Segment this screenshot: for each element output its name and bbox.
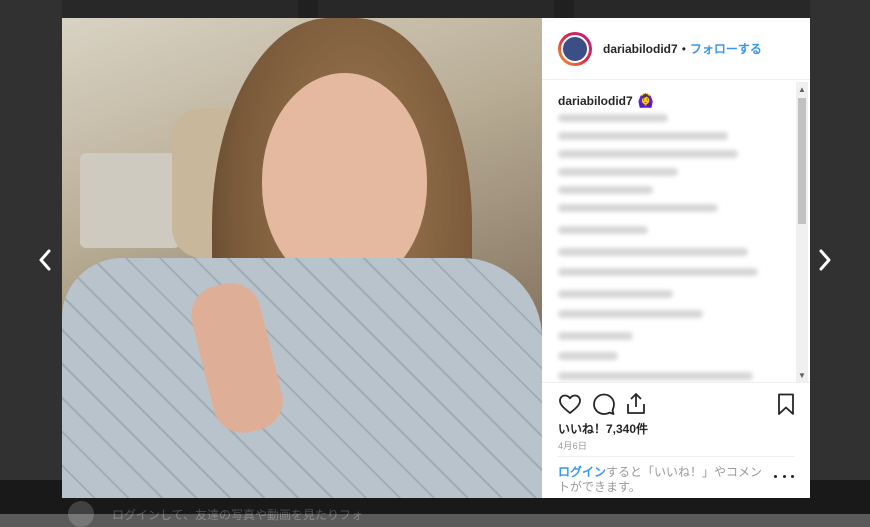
caption-username[interactable]: dariabilodid7 (558, 94, 633, 108)
post-modal: dariabilodid7 • フォローする dariabilodid7 🙆‍♀… (62, 18, 810, 498)
previous-post-button[interactable] (34, 246, 56, 274)
more-dot-icon (774, 474, 777, 478)
blurred-comment (558, 204, 718, 212)
post-header: dariabilodid7 • フォローする (542, 18, 810, 80)
share-button[interactable] (624, 392, 648, 416)
more-dot-icon (791, 474, 794, 478)
blurred-comment (558, 290, 673, 298)
photo-jacket (62, 258, 542, 498)
blurred-comment (558, 310, 703, 318)
bookmark-icon (778, 393, 794, 415)
header-username[interactable]: dariabilodid7 (603, 42, 678, 56)
likes-count[interactable]: いいね！7,340件 (558, 420, 648, 437)
blurred-comment (558, 332, 633, 340)
blurred-comment (558, 150, 738, 158)
scrollbar-thumb[interactable] (798, 98, 806, 224)
post-photo[interactable] (62, 18, 542, 498)
post-sidebar: dariabilodid7 • フォローする dariabilodid7 🙆‍♀… (542, 18, 810, 498)
login-prompt: ログインすると「いいね！」やコメントができます。 (558, 465, 768, 495)
chevron-right-icon (819, 249, 831, 271)
blurred-comment (558, 168, 678, 176)
blurred-comment (558, 268, 758, 276)
follow-button[interactable]: フォローする (690, 40, 762, 57)
blurred-comment (558, 352, 618, 360)
scroll-down-arrow-icon[interactable]: ▼ (796, 368, 808, 382)
chevron-left-icon (39, 249, 51, 271)
like-button[interactable] (558, 392, 582, 416)
blurred-comment (558, 132, 728, 140)
login-link[interactable]: ログイン (558, 465, 606, 479)
blurred-comment (558, 114, 668, 122)
blurred-comment (558, 248, 748, 256)
comments-scrollbar[interactable]: ▲ ▼ (796, 82, 808, 382)
profile-avatar[interactable] (558, 31, 592, 66)
header-separator: • (681, 41, 686, 56)
more-dot-icon (782, 474, 786, 478)
profile-avatar-image (561, 34, 589, 63)
next-post-button[interactable] (814, 246, 836, 274)
blurred-comment (558, 372, 753, 380)
comments-area[interactable]: dariabilodid7 🙆‍♀️ ▲ ▼ (542, 80, 810, 382)
share-icon (627, 393, 645, 414)
more-options-button[interactable] (774, 471, 794, 481)
blurred-comment (558, 226, 648, 234)
save-button[interactable] (774, 392, 798, 416)
blurred-comment (558, 186, 653, 194)
photo-face (262, 73, 427, 288)
photo-car-window (80, 153, 180, 248)
heart-icon (559, 394, 581, 414)
login-prompt-bar: ログインすると「いいね！」やコメントができます。 (558, 456, 794, 499)
scroll-up-arrow-icon[interactable]: ▲ (796, 82, 808, 96)
post-date[interactable]: 4月6日 (558, 439, 587, 452)
caption-emoji: 🙆‍♀️ (637, 93, 654, 108)
comment-icon (593, 393, 615, 415)
comment-button[interactable] (592, 392, 616, 416)
caption: dariabilodid7 🙆‍♀️ (558, 93, 654, 109)
